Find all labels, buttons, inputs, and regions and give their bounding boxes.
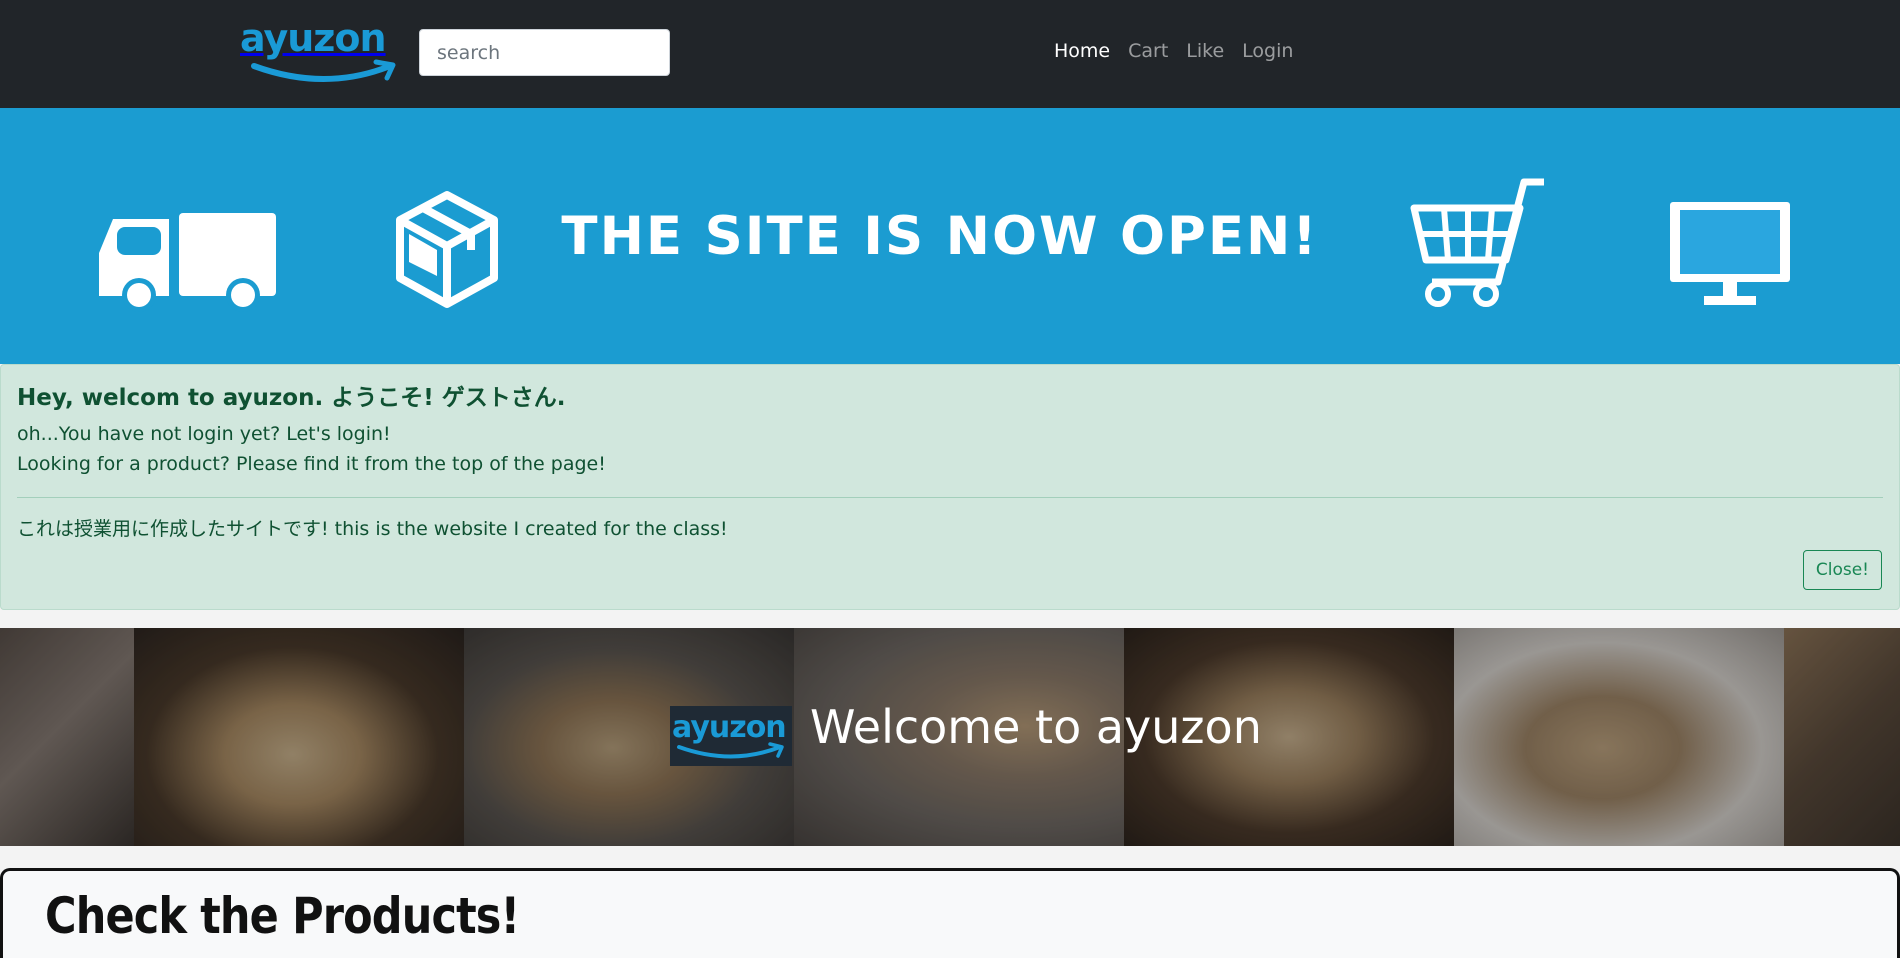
hero-title: Welcome to ayuzon [810, 700, 1262, 754]
nav-link-like[interactable]: Like [1186, 40, 1224, 62]
monitor-icon [1670, 202, 1790, 305]
nav-link-cart[interactable]: Cart [1128, 40, 1168, 62]
welcome-alert: Hey, welcom to ayuzon. ようこそ! ゲストさん. oh..… [0, 364, 1900, 610]
nav-link-home[interactable]: Home [1054, 40, 1110, 62]
nav-links: Home Cart Like Login [1054, 40, 1293, 62]
brand-logo[interactable]: ayuzon [240, 18, 400, 90]
smile-arrow-icon [251, 59, 396, 82]
top-navbar: ayuzon Home Cart Like Login [0, 0, 1900, 108]
alert-login-prompt: oh...You have not login yet? Let's login… [17, 423, 391, 445]
hero-logo-text: ayuzon [672, 710, 787, 745]
alert-heading: Hey, welcom to ayuzon. ようこそ! ゲストさん. [17, 385, 566, 411]
hero-logo: ayuzon [670, 706, 792, 766]
alert-note: これは授業用に作成したサイトです! this is the website I … [17, 518, 728, 540]
products-heading: Check the Products! [45, 887, 520, 945]
banner-title: THE SITE IS NOW OPEN! [561, 205, 1319, 267]
smile-arrow-icon [677, 742, 784, 759]
shopping-cart-icon [1410, 178, 1544, 307]
brand-logo-text: ayuzon [240, 16, 387, 60]
products-section: Check the Products! [0, 868, 1900, 958]
package-box-icon [396, 191, 498, 308]
alert-search-hint: Looking for a product? Please find it fr… [17, 453, 606, 475]
alert-divider [17, 497, 1883, 498]
close-alert-button[interactable]: Close! [1802, 550, 1882, 590]
search-input[interactable] [419, 29, 670, 76]
nav-link-login[interactable]: Login [1242, 40, 1293, 62]
delivery-truck-icon [99, 213, 276, 312]
